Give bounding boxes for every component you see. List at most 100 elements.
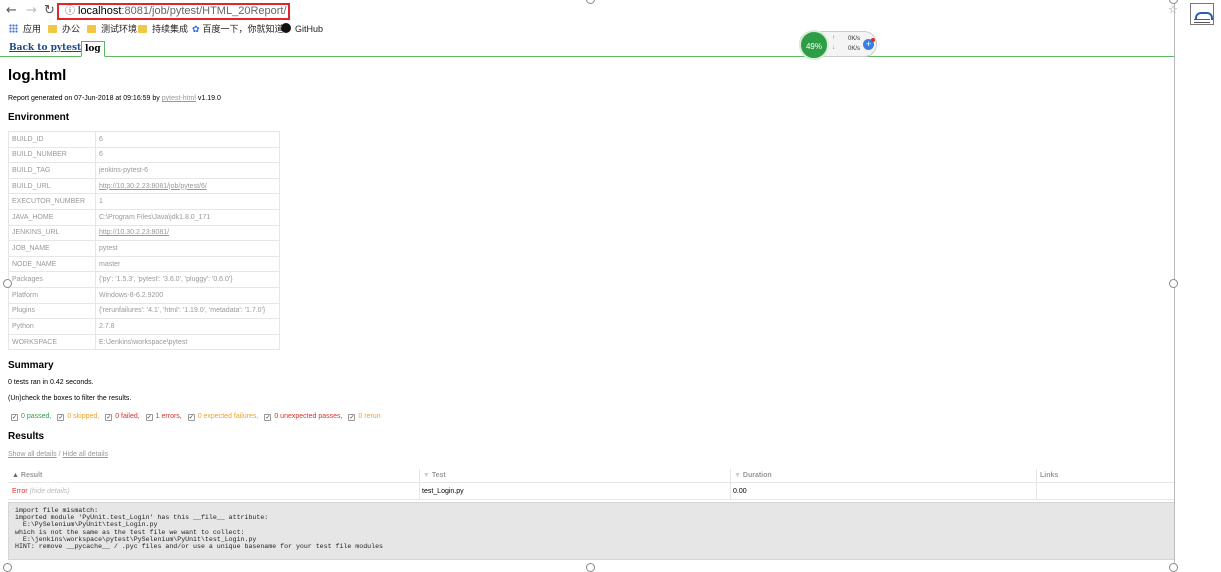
checkbox-checked-icon[interactable]: ✓ xyxy=(11,414,18,421)
environment-key: BUILD_NUMBER xyxy=(8,146,96,164)
environment-row: NODE_NAME master xyxy=(8,255,280,273)
jenkins-tab-bar: Back to pytest log xyxy=(0,40,1175,57)
environment-value: http://10.30.2.23:8081/ xyxy=(95,224,280,242)
column-result[interactable]: ▲ Result xyxy=(12,472,42,479)
bookmark-test-env[interactable]: 测试环境 xyxy=(87,22,137,37)
column-duration[interactable]: ▼ Duration xyxy=(734,472,772,479)
environment-value: jenkins-pytest-6 xyxy=(95,162,280,179)
table-row[interactable]: Error (hide details) test_Login.py 0.00 xyxy=(8,484,1175,500)
environment-value: 2.7.8 xyxy=(95,318,280,335)
column-links: Links xyxy=(1040,472,1059,479)
environment-key: BUILD_TAG xyxy=(8,162,96,179)
baidu-paw-icon: ✿ xyxy=(192,25,200,35)
checkbox-checked-icon[interactable]: ✓ xyxy=(264,414,272,421)
folder-icon xyxy=(48,25,57,33)
resize-handle[interactable] xyxy=(1169,279,1178,288)
show-all-details-link[interactable]: Show all details xyxy=(8,451,57,458)
address-bar[interactable]: ⓘ localhost:8081/job/pytest/HTML_20Report… xyxy=(57,3,290,20)
environment-key: Python xyxy=(8,318,96,335)
environment-key: BUILD_URL xyxy=(8,177,96,195)
bookmark-star-icon[interactable]: ☆ xyxy=(1168,3,1178,16)
environment-key: EXECUTOR_NUMBER xyxy=(8,193,96,210)
environment-value: 1 xyxy=(95,193,280,210)
summary-heading: Summary xyxy=(8,360,54,371)
upload-speed: 0K/s xyxy=(848,36,861,42)
back-to-pytest-link[interactable]: Back to pytest xyxy=(9,43,81,53)
sort-icon: ▼ xyxy=(423,472,430,479)
result-filters: ✓ 0 passed, ✓ 0 skipped, ✓ 0 failed, ✓ 1 err… xyxy=(11,413,385,421)
filter-unexpected-passes[interactable]: ✓ 0 unexpected passes, xyxy=(264,413,342,421)
error-log: import file mismatch: imported module 'P… xyxy=(8,502,1175,560)
filter-rerun[interactable]: ✓ 0 rerun xyxy=(348,413,381,421)
environment-row: Plugins {'rerunfailures': '4.1', 'html': … xyxy=(8,302,280,320)
filter-failed[interactable]: ✓ 0 failed, xyxy=(105,413,140,421)
page-title: log.html xyxy=(8,67,67,84)
tab-log[interactable]: log xyxy=(81,41,105,57)
environment-key: WORKSPACE xyxy=(8,333,96,351)
bookmark-apps[interactable]: 应用 xyxy=(9,22,41,37)
environment-url-link[interactable]: http://10.30.2.23:8081/job/pytest/6/ xyxy=(99,183,207,190)
hide-all-details-link[interactable]: Hide all details xyxy=(62,451,108,458)
result-cell: Error (hide details) xyxy=(12,488,70,495)
upload-arrow-icon: ↑ xyxy=(832,35,835,41)
environment-key: Plugins xyxy=(8,302,96,320)
resize-handle[interactable] xyxy=(3,563,12,572)
download-arrow-icon: ↓ xyxy=(832,45,835,51)
environment-key: JOB_NAME xyxy=(8,240,96,257)
resize-handle[interactable] xyxy=(1169,563,1178,572)
environment-key: JAVA_HOME xyxy=(8,208,96,226)
plus-icon[interactable]: + xyxy=(863,38,875,50)
network-speed-widget[interactable]: 49% ↑ ↓ 0K/s 0K/s + xyxy=(799,30,877,60)
environment-value: C:\Program Files\Java\jdk1.8.0_171 xyxy=(95,208,280,226)
column-test[interactable]: ▼ Test xyxy=(423,472,446,479)
environment-table: BUILD_ID 6 BUILD_NUMBER 6 BUILD_TAG jenkins-p… xyxy=(8,131,280,351)
checkbox-checked-icon[interactable]: ✓ xyxy=(145,414,153,421)
filter-skipped[interactable]: ✓ 0 skipped, xyxy=(57,413,99,421)
bookmark-github[interactable]: GitHub xyxy=(281,22,323,37)
back-arrow-icon[interactable]: ← xyxy=(6,3,17,19)
bookmark-ci[interactable]: 持续集成 xyxy=(138,22,188,37)
resize-handle[interactable] xyxy=(3,279,12,288)
folder-icon xyxy=(87,25,96,33)
environment-key: NODE_NAME xyxy=(8,255,96,273)
bookmark-office[interactable]: 办公 xyxy=(48,22,80,37)
bookmarks-bar: 应用 办公 测试环境 持续集成 ✿ 百度一下，你就知道 GitHub xyxy=(0,22,1178,37)
environment-value: 6 xyxy=(95,131,280,148)
folder-icon xyxy=(138,25,147,33)
environment-value: 6 xyxy=(95,146,280,164)
hide-details-link[interactable]: (hide details) xyxy=(30,488,70,495)
environment-value: pytest xyxy=(95,240,280,257)
environment-row: BUILD_NUMBER 6 xyxy=(8,146,280,164)
download-speed: 0K/s xyxy=(848,46,861,52)
filter-errors[interactable]: ✓ 1 errors, xyxy=(145,413,182,421)
environment-key: BUILD_ID xyxy=(8,131,96,148)
forward-arrow-icon[interactable]: → xyxy=(26,3,37,19)
environment-heading: Environment xyxy=(8,112,70,123)
environment-value: http://10.30.2.23:8081/job/pytest/6/ xyxy=(95,177,280,195)
sort-icon: ▼ xyxy=(734,472,741,479)
layout-options-icon[interactable] xyxy=(1190,3,1214,25)
environment-key: Platform xyxy=(8,286,96,304)
environment-value: master xyxy=(95,255,280,273)
checkbox-checked-icon[interactable]: ✓ xyxy=(348,414,356,421)
environment-value: {'py': '1.5.3', 'pytest': '3.6.0', 'plug… xyxy=(95,271,280,288)
info-icon[interactable]: ⓘ xyxy=(65,6,75,17)
reload-icon[interactable]: ↻ xyxy=(44,3,55,19)
filter-expected-failures[interactable]: ✓ 0 expected failures, xyxy=(187,413,258,421)
bookmark-baidu[interactable]: ✿ 百度一下，你就知道 xyxy=(192,22,284,38)
results-heading: Results xyxy=(8,431,45,442)
results-table-header: ▲ Result ▼ Test ▼ Duration Links xyxy=(8,469,1175,483)
filter-passed[interactable]: ✓ 0 passed, xyxy=(11,413,51,421)
environment-row: BUILD_ID 6 xyxy=(8,131,280,148)
environment-row: WORKSPACE E:\Jenkins\workspace\pytest xyxy=(8,333,280,351)
pytest-html-link[interactable]: pytest-html xyxy=(162,95,196,102)
sort-ascending-icon: ▲ xyxy=(12,472,19,479)
checkbox-checked-icon[interactable]: ✓ xyxy=(105,414,113,421)
checkbox-checked-icon[interactable]: ✓ xyxy=(57,414,65,421)
environment-row: JAVA_HOME C:\Program Files\Java\jdk1.8.0_… xyxy=(8,208,280,226)
checkbox-checked-icon[interactable]: ✓ xyxy=(187,414,195,421)
resize-handle[interactable] xyxy=(586,563,595,572)
environment-value: Windows-8-6.2.9200 xyxy=(95,286,280,304)
environment-row: BUILD_URL http://10.30.2.23:8081/job/pyte… xyxy=(8,177,280,195)
environment-url-link[interactable]: http://10.30.2.23:8081/ xyxy=(99,229,169,236)
